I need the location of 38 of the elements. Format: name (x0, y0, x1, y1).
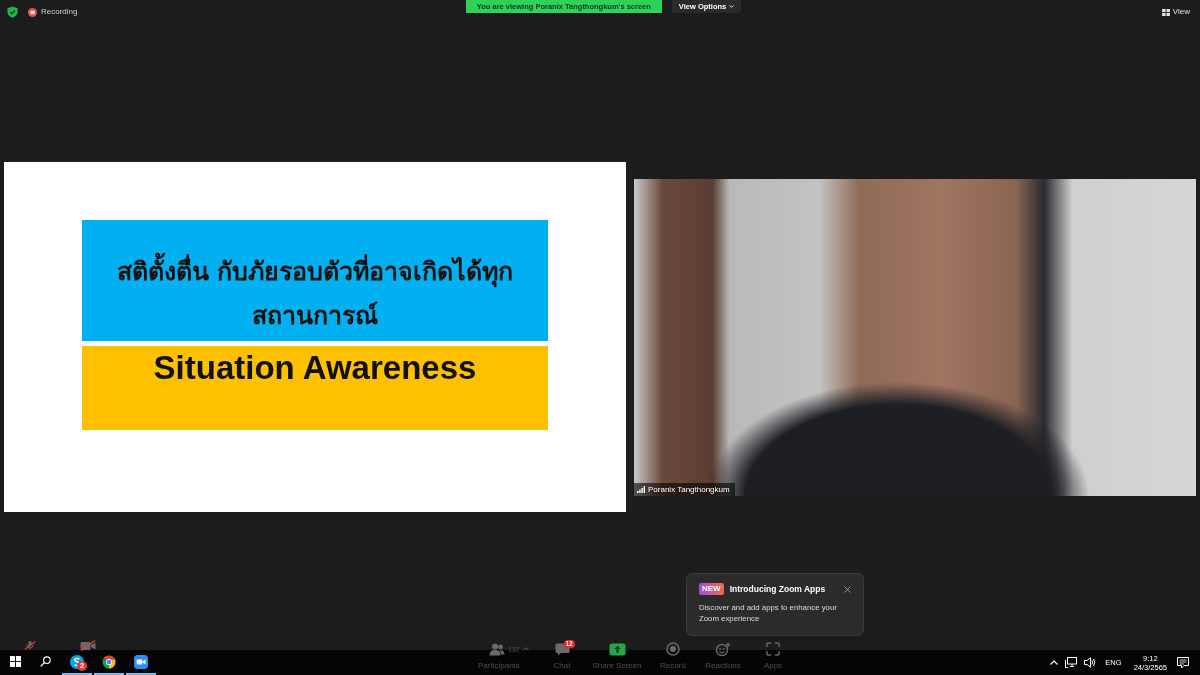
signal-bars-icon (637, 485, 645, 493)
reactions-button[interactable]: Reactions (700, 640, 746, 675)
new-badge: NEW (699, 583, 724, 595)
network-button[interactable] (1065, 657, 1078, 668)
participant-name: Poranix Tangthongkum (648, 484, 730, 494)
close-button[interactable] (844, 585, 851, 593)
apps-button[interactable]: Apps (746, 640, 800, 675)
close-icon (844, 585, 851, 593)
shield-check-icon[interactable] (7, 6, 18, 18)
view-button[interactable]: View (1161, 7, 1190, 17)
caret-down-icon (729, 5, 735, 8)
record-button[interactable]: Record (646, 640, 700, 675)
recording-label: Recording (41, 7, 78, 17)
start-menu-icon (9, 656, 21, 667)
record-icon (666, 642, 680, 656)
notification-badge: 2 (77, 661, 87, 671)
muted-mic-icon[interactable] (24, 640, 36, 651)
volume-button[interactable] (1084, 657, 1097, 668)
slide-title: สติตั้งตื่น กับภัยรอบตัวที่อาจเกิดได้ทุกสถานการณ์ (100, 250, 530, 341)
share-screen-icon (608, 642, 626, 656)
people-icon (489, 642, 505, 656)
notifications-button[interactable] (1177, 656, 1189, 669)
monitor-cable-icon (1065, 657, 1078, 668)
hidden-icons-button[interactable] (1050, 660, 1059, 665)
ring-logo-icon (102, 654, 116, 669)
popup-title: Introducing Zoom Apps (729, 583, 826, 595)
grid-icon (1161, 8, 1170, 16)
caret-up-icon[interactable] (522, 647, 529, 651)
record-dot-icon (28, 7, 37, 17)
notification-icon (1177, 656, 1189, 669)
smiley-plus-icon (715, 642, 731, 656)
apps-frame-icon (766, 642, 780, 656)
taskbar-app-button[interactable]: 2 (62, 650, 92, 675)
caret-up-icon (1050, 660, 1059, 665)
speaker-icon (1084, 657, 1097, 668)
video-camera-icon (134, 654, 148, 669)
search-icon (39, 656, 51, 667)
slide-subtitle: Situation Awareness (153, 349, 477, 388)
